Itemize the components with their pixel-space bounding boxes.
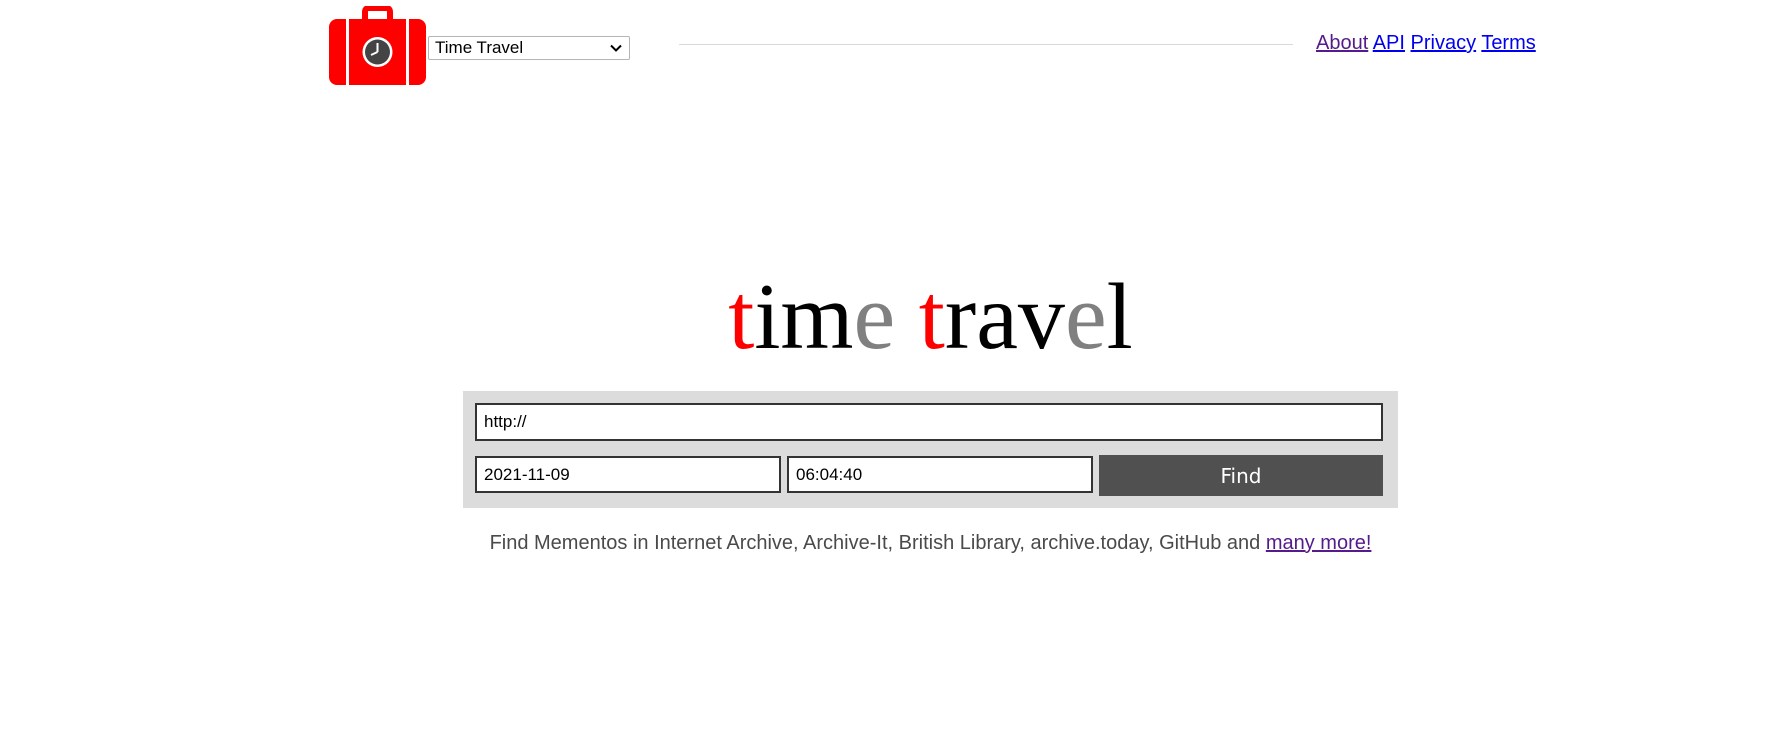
wordmark-space (895, 265, 919, 369)
tagline-text: Find Mementos in Internet Archive, Archi… (489, 532, 1266, 554)
wordmark-part: im (754, 265, 854, 369)
suitcase-clock-icon (329, 5, 426, 85)
api-link[interactable]: API (1373, 32, 1405, 54)
many-more-link[interactable]: many more! (1266, 532, 1372, 554)
time-travel-wordmark: time travel (0, 270, 1780, 364)
about-link[interactable]: About (1316, 32, 1368, 54)
tagline: Find Mementos in Internet Archive, Archi… (0, 532, 1780, 555)
wordmark-part: t (918, 265, 945, 369)
service-select[interactable]: Time Travel (428, 36, 630, 60)
privacy-link[interactable]: Privacy (1411, 32, 1477, 54)
search-panel: Find (463, 391, 1398, 508)
time-input[interactable] (787, 456, 1093, 493)
url-input[interactable] (475, 403, 1383, 441)
wordmark-part: rav (944, 265, 1065, 369)
page: Time Travel About API Privacy Terms time… (0, 0, 1780, 756)
date-input[interactable] (475, 456, 781, 493)
header-divider (679, 44, 1293, 45)
service-select-value: Time Travel (435, 38, 524, 57)
top-nav: About API Privacy Terms (1316, 32, 1536, 55)
logo-link[interactable] (329, 5, 426, 85)
wordmark-part: e (1064, 265, 1107, 369)
find-button[interactable]: Find (1099, 455, 1383, 496)
terms-link[interactable]: Terms (1481, 32, 1535, 54)
wordmark-part: l (1106, 265, 1133, 369)
chevron-down-icon (609, 41, 623, 55)
wordmark-part: t (728, 265, 755, 369)
wordmark-part: e (853, 265, 896, 369)
